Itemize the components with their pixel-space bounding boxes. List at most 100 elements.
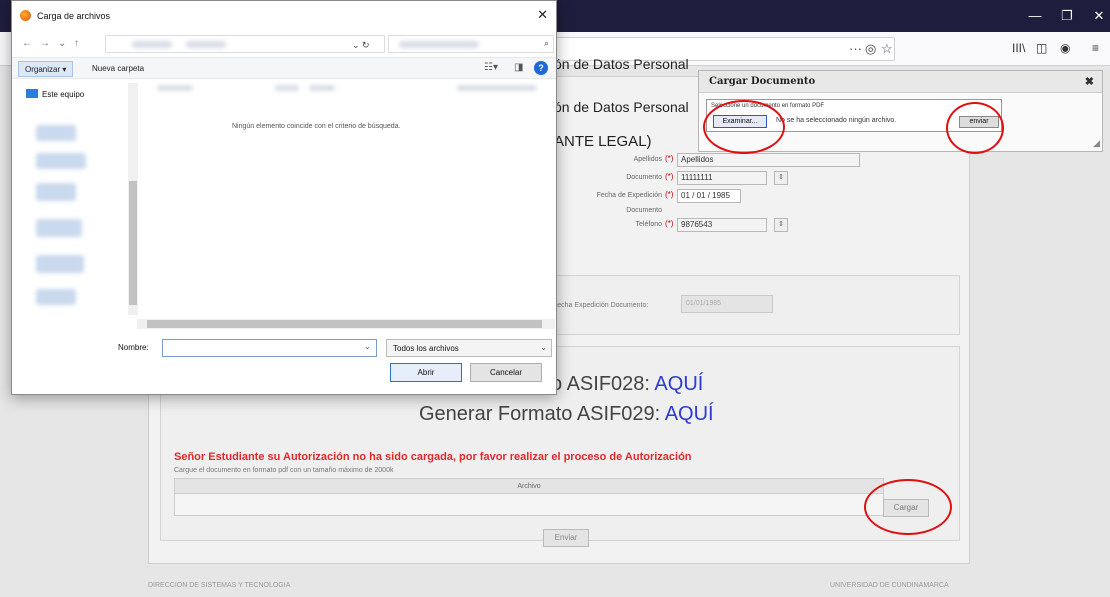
file-dialog-close-icon[interactable]: ✕ — [537, 7, 548, 23]
empty-list-message: Ningún elemento coincide con el criterio… — [232, 123, 401, 130]
blurred-column-header — [275, 85, 299, 91]
footer-right: UNIVERSIDAD DE CUNDINAMARCA — [830, 582, 949, 589]
page-heading-1: ón de Datos Personal — [554, 56, 689, 72]
documento-spinner-icon[interactable]: ⇕ — [774, 171, 788, 185]
blurred-nav-item — [36, 219, 82, 237]
format-asif028-line: o ASIF028: AQUÍ — [551, 373, 703, 396]
fecha-expedicion-field[interactable]: 01/01/1985 — [681, 295, 773, 313]
file-open-dialog: Carga de archivos ✕ ← → ⌄ ↑ ⌄ ↻ ⌕ Organi… — [11, 0, 557, 395]
new-folder-button[interactable]: Nueva carpeta — [92, 64, 144, 73]
blurred-nav-item — [36, 183, 76, 201]
hscroll-thumb[interactable] — [147, 320, 542, 328]
required-mark: (*) — [665, 172, 674, 181]
maximize-icon[interactable]: ❐ — [1052, 6, 1082, 26]
no-file-selected-text: No se ha seleccionado ningún archivo. — [776, 117, 897, 124]
blurred-column-header — [457, 85, 537, 91]
back-arrow-icon[interactable]: ← — [22, 38, 32, 49]
required-mark: (*) — [665, 219, 674, 228]
required-mark: (*) — [665, 190, 674, 199]
footer-left: DIRECCION DE SISTEMAS Y TECNOLOGIA — [148, 582, 291, 589]
fecha-field[interactable]: 01 / 01 / 1985 — [677, 189, 741, 203]
up-arrow-icon[interactable]: ↑ — [74, 38, 79, 49]
open-button[interactable]: Abrir — [390, 363, 462, 382]
file-search-input[interactable]: ⌕ — [388, 35, 554, 53]
account-icon[interactable]: ◉ — [1060, 41, 1070, 55]
cancel-button[interactable]: Cancelar — [470, 363, 542, 382]
blurred-nav-item — [36, 289, 76, 305]
firefox-icon — [20, 10, 31, 21]
blurred-column-header — [309, 85, 335, 91]
file-dialog-navbar: ← → ⌄ ↑ ⌄ ↻ ⌕ — [12, 31, 556, 57]
format-asif028-link[interactable]: AQUÍ — [654, 373, 703, 395]
blurred-nav-item — [36, 125, 76, 141]
blurred-path-segment — [132, 41, 172, 48]
file-name-input[interactable] — [162, 339, 377, 357]
close-window-icon[interactable]: ✕ — [1084, 6, 1110, 26]
telefono-field[interactable]: 9876543 — [677, 218, 767, 232]
apellidos-row: Apellidos (*) Apellidos — [552, 153, 962, 167]
file-name-chevron-down-icon[interactable]: ⌄ — [364, 342, 371, 351]
bookmark-star-icon[interactable]: ☆ — [881, 41, 893, 57]
fecha-label: Fecha de Expedición — [596, 192, 662, 199]
search-icon: ⌕ — [543, 38, 549, 48]
format-asif028-text: o ASIF028: — [551, 373, 655, 395]
fecha-row: Fecha de Expedición (*) 01 / 01 / 1985 — [552, 189, 962, 203]
library-icon[interactable]: III\ — [1012, 41, 1025, 55]
nav-scroll-thumb[interactable] — [129, 181, 137, 305]
view-options-icon[interactable]: ☷▾ — [484, 62, 498, 73]
telefono-row: Teléfono (*) 9876543 ⇕ — [552, 218, 962, 232]
required-mark: (*) — [665, 154, 674, 163]
format-asif029-text: Generar Formato ASIF029: — [419, 403, 665, 425]
annotation-circle-cargar — [864, 479, 952, 535]
blurred-column-header — [157, 85, 193, 91]
archivo-header: Archivo — [175, 479, 883, 494]
computer-icon — [26, 89, 38, 98]
annotation-circle-examinar — [703, 100, 785, 154]
apellidos-field[interactable]: Apellidos — [677, 153, 860, 167]
apellidos-label: Apellidos — [633, 156, 662, 163]
organize-button[interactable]: Organizar ▾ — [18, 61, 74, 77]
annotation-circle-enviar — [946, 102, 1004, 154]
nav-item-label: Este equipo — [42, 90, 85, 99]
blurred-path-segment — [186, 41, 226, 48]
archivo-table: Archivo — [174, 478, 884, 516]
cargar-dialog-close-icon[interactable]: ✖ — [1085, 75, 1094, 88]
fecha-row-2: Documento — [552, 204, 962, 218]
upload-note: Cargue el documento en formato pdf con u… — [174, 467, 394, 474]
telefono-label: Teléfono — [635, 221, 662, 228]
documento-label: Documento — [626, 174, 662, 181]
file-type-filter-label: Todos los archivos — [393, 344, 459, 353]
blurred-nav-item — [36, 255, 84, 273]
address-path[interactable]: ⌄ ↻ — [105, 35, 385, 53]
file-list-hscrollbar[interactable] — [137, 319, 555, 329]
filter-chevron-down-icon: ⌄ — [540, 343, 547, 352]
minimize-icon[interactable]: — — [1020, 6, 1050, 26]
file-dialog-title: Carga de archivos — [37, 11, 111, 21]
preview-pane-icon[interactable]: ◨ — [514, 62, 523, 73]
documento-field[interactable]: 11111111 — [677, 171, 767, 185]
page-actions-icon[interactable]: ··· — [849, 41, 862, 56]
recent-locations-icon[interactable]: ⌄ — [58, 38, 66, 49]
nav-item-este-equipo[interactable]: Este equipo — [26, 89, 84, 99]
help-icon[interactable]: ? — [534, 61, 548, 75]
file-type-filter[interactable]: Todos los archivos ⌄ — [386, 339, 552, 357]
page-heading-2: ón de Datos Personal — [554, 99, 689, 115]
nav-scrollbar[interactable] — [128, 83, 138, 315]
menu-icon[interactable]: ≡ — [1092, 41, 1099, 55]
fecha-expedicion-label: Fecha Expedición Documento: — [553, 302, 649, 309]
refresh-icon[interactable]: ⌄ ↻ — [352, 40, 370, 51]
file-name-label: Nombre: — [118, 343, 149, 352]
enviar-button[interactable]: Enviar — [543, 529, 589, 547]
navigation-pane: Este equipo — [12, 79, 138, 319]
format-asif029-link[interactable]: AQUÍ — [665, 403, 714, 425]
resize-grip-icon[interactable]: ◢ — [1093, 138, 1100, 149]
telefono-spinner-icon[interactable]: ⇕ — [774, 218, 788, 232]
blurred-search-text — [399, 41, 479, 48]
cargar-dialog-title: Cargar Documento — [699, 71, 1102, 93]
forward-arrow-icon[interactable]: → — [40, 38, 50, 49]
sidebar-icon[interactable]: ◫ — [1036, 41, 1047, 55]
pocket-icon[interactable]: ◎ — [865, 41, 876, 57]
file-dialog-titlebar: Carga de archivos ✕ — [12, 1, 556, 31]
blurred-nav-item — [36, 153, 86, 169]
fecha-label-2: Documento — [626, 207, 662, 214]
